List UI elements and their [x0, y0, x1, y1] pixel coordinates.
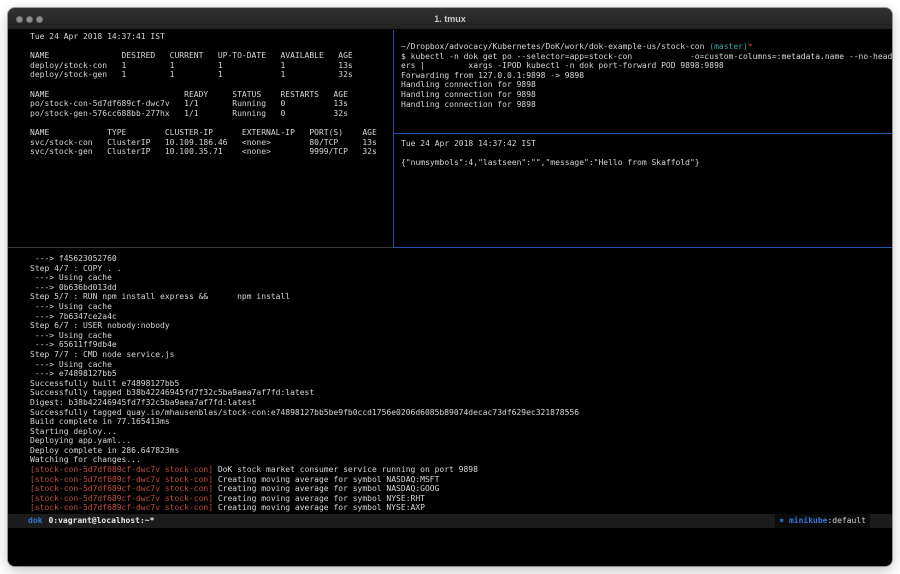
terminal-line: ---> 65611ff9db4e — [30, 340, 892, 350]
terminal-line: Handling connection for 9898 — [401, 100, 892, 110]
terminal-line: po/stock-gen-576cc688bb-277hx 1/1 Runnin… — [30, 109, 393, 119]
pane-kubectl-watch[interactable]: Tue 24 Apr 2018 14:37:41 IST NAME DESIRED… — [8, 30, 393, 247]
terminal-line: deploy/stock-con 1 1 1 1 13s — [30, 61, 393, 71]
pane-port-forward[interactable]: ~/Dropbox/advocacy/Kubernetes/DoK/work/d… — [394, 30, 892, 133]
session-name: dok — [28, 514, 42, 528]
tmux-session: Tue 24 Apr 2018 14:37:41 IST NAME DESIRED… — [8, 30, 892, 566]
terminal-line: ers | xargs -IPOD kubectl -n dok port-fo… — [401, 61, 892, 71]
terminal-line — [30, 118, 393, 128]
kube-context-name: minikube — [789, 516, 828, 525]
pane-curl-watch[interactable]: Tue 24 Apr 2018 14:37:42 IST {"numsymbols… — [394, 134, 892, 247]
tmux-status-bar: dok 0:vagrant@localhost:~* ⎈ minikube:de… — [8, 514, 892, 528]
terminal-line: Deploying app.yaml... — [30, 436, 892, 446]
terminal-line: {"numsymbols":4,"lastseen":"","message":… — [401, 158, 892, 168]
terminal-line: Step 6/7 : USER nobody:nobody — [30, 321, 892, 331]
terminal-window: 1. tmux Tue 24 Apr 2018 14:37:41 IST NAME… — [8, 8, 892, 566]
window-titlebar: 1. tmux — [8, 8, 892, 30]
terminal-line: ~/Dropbox/advocacy/Kubernetes/DoK/work/d… — [401, 42, 892, 52]
terminal-line: deploy/stock-gen 1 1 1 1 32s — [30, 70, 393, 80]
terminal-line: [stock-con-5d7df689cf-dwc7v stock-con] C… — [30, 484, 892, 494]
terminal-line: Step 5/7 : RUN npm install express && np… — [30, 292, 892, 302]
terminal-line: [stock-con-5d7df689cf-dwc7v stock-con] C… — [30, 475, 892, 485]
terminal-line: ---> 7b6347ce2a4c — [30, 312, 892, 322]
terminal-line: Successfully tagged quay.io/mhausenblas/… — [30, 408, 892, 418]
terminal-line: Step 4/7 : COPY . . — [30, 264, 892, 274]
terminal-line: po/stock-con-5d7df689cf-dwc7v 1/1 Runnin… — [30, 99, 393, 109]
terminal-line: NAME TYPE CLUSTER-IP EXTERNAL-IP PORT(S)… — [30, 128, 393, 138]
terminal-line — [30, 80, 393, 90]
window-title: 1. tmux — [8, 8, 892, 30]
terminal-line: Starting deploy... — [30, 427, 892, 437]
terminal-line: Forwarding from 127.0.0.1:9898 -> 9898 — [401, 71, 892, 81]
window-tab-active[interactable]: 0:vagrant@localhost:~* — [48, 514, 154, 528]
terminal-line: $ kubectl -n dok get po --selector=app=s… — [401, 52, 892, 62]
terminal-line: Tue 24 Apr 2018 14:37:42 IST — [401, 139, 892, 149]
terminal-line: Tue 24 Apr 2018 14:37:41 IST — [30, 32, 393, 42]
terminal-line: ---> Using cache — [30, 331, 892, 341]
terminal-line: Watching for changes... — [30, 455, 892, 465]
kube-context-indicator: ⎈ minikube:default — [775, 514, 870, 528]
terminal-line: Successfully tagged b38b42246945fd7f32c5… — [30, 388, 892, 398]
terminal-line: Deploy complete in 286.647823ms — [30, 446, 892, 456]
terminal-line: ---> f45623052760 — [30, 254, 892, 264]
terminal-line: svc/stock-con ClusterIP 10.109.186.46 <n… — [30, 138, 393, 148]
terminal-line — [30, 42, 393, 52]
terminal-line: svc/stock-gen ClusterIP 10.100.35.71 <no… — [30, 147, 393, 157]
kube-namespace: :default — [827, 516, 866, 525]
terminal-line: Successfully built e74898127bb5 — [30, 379, 892, 389]
terminal-line: ---> Using cache — [30, 302, 892, 312]
terminal-line: ---> Using cache — [30, 360, 892, 370]
terminal-line: Step 7/7 : CMD node service.js — [30, 350, 892, 360]
terminal-line: ---> e74898127bb5 — [30, 369, 892, 379]
terminal-line: Handling connection for 9898 — [401, 90, 892, 100]
terminal-line: ---> 0b636bd013dd — [30, 283, 892, 293]
terminal-line: [stock-con-5d7df689cf-dwc7v stock-con] D… — [30, 465, 892, 475]
terminal-line: NAME READY STATUS RESTARTS AGE — [30, 90, 393, 100]
terminal-line: [stock-con-5d7df689cf-dwc7v stock-con] C… — [30, 494, 892, 504]
terminal-line: Digest: b38b42246945fd7f32c5ba9aea7af7fd… — [30, 398, 892, 408]
terminal-line: Handling connection for 9898 — [401, 80, 892, 90]
pane-skaffold-log[interactable]: ---> f45623052760Step 4/7 : COPY . . ---… — [8, 248, 892, 514]
terminal-line: ---> Using cache — [30, 273, 892, 283]
terminal-line — [401, 149, 892, 159]
terminal-line: [stock-con-5d7df689cf-dwc7v stock-con] C… — [30, 503, 892, 513]
terminal-line: NAME DESIRED CURRENT UP-TO-DATE AVAILABL… — [30, 51, 393, 61]
terminal-line: Build complete in 77.165413ms — [30, 417, 892, 427]
